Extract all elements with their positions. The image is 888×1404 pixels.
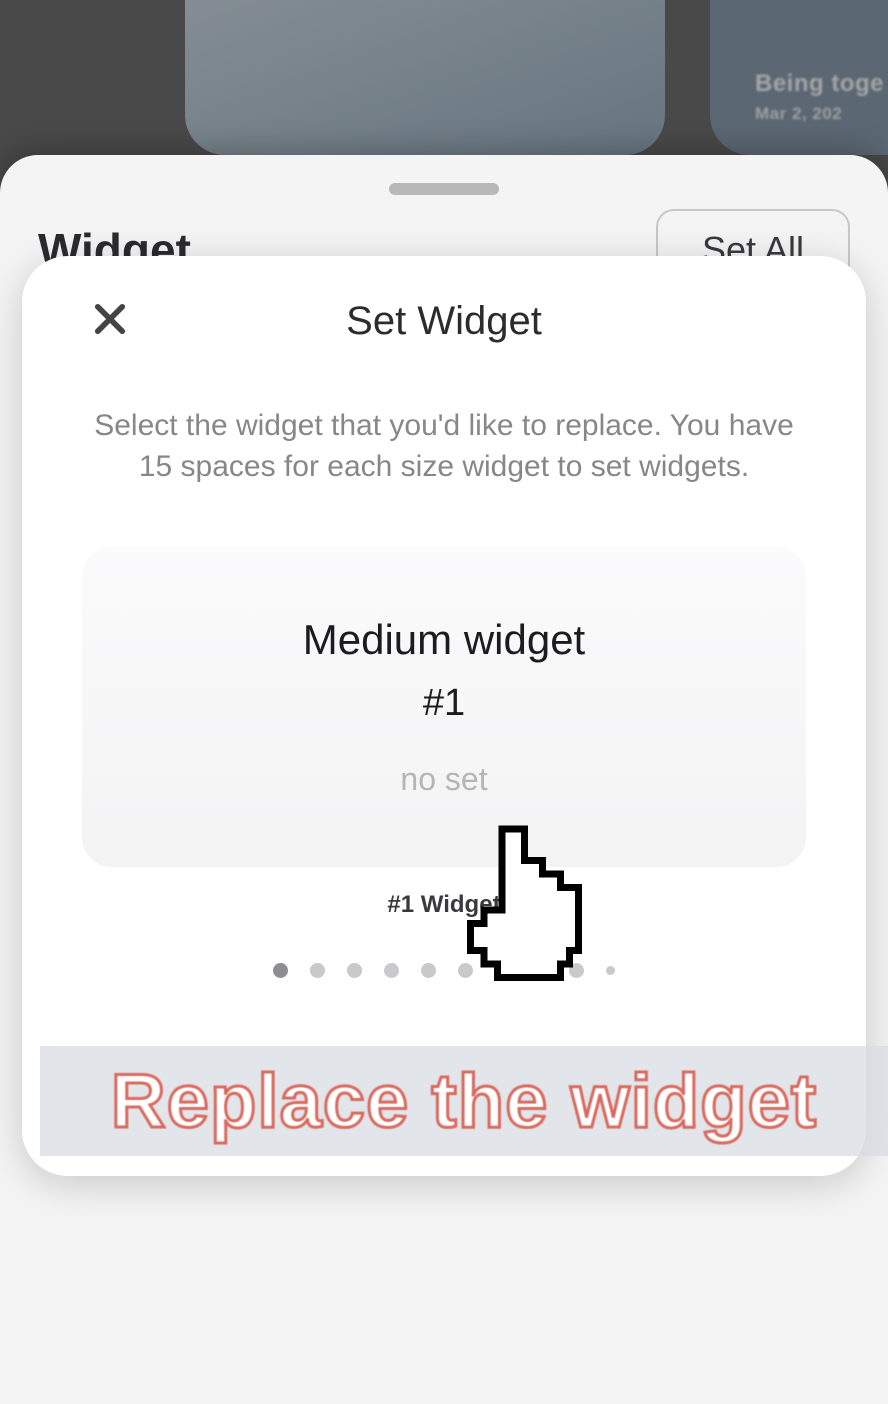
modal-title: Set Widget <box>346 299 542 344</box>
widget-size-label: Medium widget <box>303 616 585 664</box>
close-icon <box>89 298 131 345</box>
widget-state-label: no set <box>400 761 487 798</box>
page-dot <box>310 963 325 978</box>
set-widget-modal: Set Widget Select the widget that you'd … <box>22 256 866 1176</box>
widget-slot-caption: #1 Widget <box>22 891 866 919</box>
tutorial-caption-bar: Replace the widget <box>40 1046 888 1156</box>
page-dot <box>569 963 584 978</box>
close-button[interactable] <box>80 291 140 351</box>
page-dot <box>421 963 436 978</box>
widget-slot-card[interactable]: Medium widget #1 no set <box>82 547 806 867</box>
page-dot <box>273 963 288 978</box>
page-dot <box>495 963 510 978</box>
modal-header: Set Widget <box>22 256 866 386</box>
modal-description: Select the widget that you'd like to rep… <box>92 406 796 487</box>
sheet-grabber[interactable] <box>389 183 499 195</box>
page-dot <box>384 963 399 978</box>
widget-number-label: #1 <box>423 682 465 725</box>
page-dot <box>606 966 615 975</box>
page-dot <box>532 963 547 978</box>
page-dot <box>347 963 362 978</box>
tutorial-caption-text: Replace the widget <box>111 1058 817 1145</box>
page-dot <box>458 963 473 978</box>
page-indicator[interactable] <box>22 963 866 978</box>
